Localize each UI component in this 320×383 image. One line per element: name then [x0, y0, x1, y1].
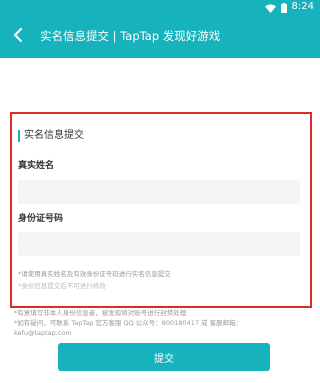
- status-bar: 8:24: [0, 0, 320, 14]
- notice-text: *请使用真实姓名及有效身份证号码进行实名信息提交: [18, 270, 171, 278]
- name-label: 真实姓名: [18, 161, 55, 171]
- page-title: 实名信息提交 | TapTap 发现好游戏: [40, 29, 221, 43]
- app-bar: 实名信息提交 | TapTap 发现好游戏: [0, 14, 320, 58]
- id-label: 身份证号码: [18, 214, 64, 224]
- submit-button[interactable]: 提交: [58, 343, 270, 371]
- name-input[interactable]: [18, 180, 300, 204]
- section-accent-bar: [18, 130, 20, 142]
- chevron-left-icon: [13, 27, 23, 46]
- real-name-form: 实名信息提交 真实姓名 身份证号码 *请使用真实姓名及有效身份证号码进行实名信息…: [10, 112, 312, 308]
- extra-notice: *有意填写非本人身份信息者，被发现将对账号进行封禁处理: [14, 309, 187, 317]
- section-title-text: 实名信息提交: [24, 130, 84, 141]
- status-icons: 8:24: [264, 1, 314, 13]
- status-time: 8:24: [291, 1, 314, 12]
- back-button[interactable]: [8, 26, 28, 46]
- support-email: kefu@taptap.com: [14, 329, 72, 337]
- extra-notice: *如有疑问，可联系 TapTap 官方客服 QQ 公众号：800180417 或…: [14, 319, 243, 327]
- notice-text: *身份信息提交后不可进行修改: [18, 282, 106, 290]
- section-title: 实名信息提交: [18, 130, 84, 142]
- id-number-input[interactable]: [18, 232, 300, 256]
